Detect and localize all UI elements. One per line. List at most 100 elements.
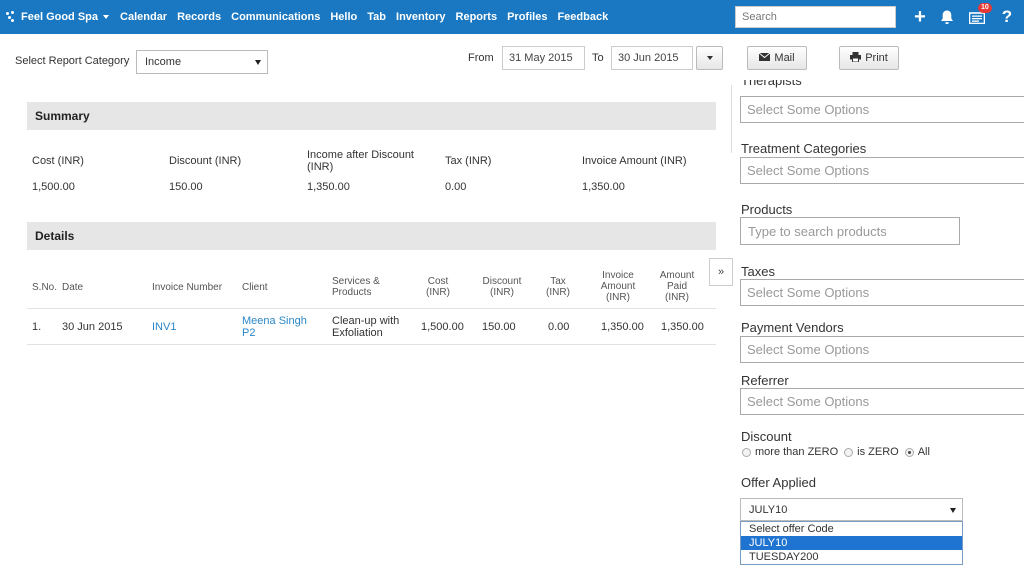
summary-header-income-after-discount: Income after Discount (INR) <box>307 149 414 173</box>
row-amount-paid: 1,350.00 <box>661 321 704 333</box>
tasks-icon[interactable]: 10 <box>966 0 992 34</box>
dropdown-arrow-icon <box>255 60 261 65</box>
bell-icon[interactable] <box>937 0 957 34</box>
print-button-label: Print <box>865 52 888 64</box>
brand-menu[interactable]: Feel Good Spa <box>0 11 110 23</box>
report-category-select[interactable]: Income <box>136 50 268 74</box>
products-label: Products <box>741 202 793 217</box>
table-header-divider <box>27 308 716 309</box>
from-label: From <box>468 52 494 64</box>
summary-value-income-after-discount: 1,350.00 <box>307 181 350 193</box>
row-invoice-amount: 1,350.00 <box>601 321 644 333</box>
collapse-panel-button[interactable]: » <box>709 258 733 286</box>
row-services: Clean-up with Exfoliation <box>332 315 400 339</box>
search-input[interactable] <box>735 6 896 28</box>
offer-option-july10[interactable]: JULY10 <box>741 536 962 550</box>
row-discount: 150.00 <box>482 321 516 333</box>
discount-label: Discount <box>741 429 792 444</box>
radio-button-selected[interactable] <box>904 447 914 457</box>
details-header-client: Client <box>242 282 268 293</box>
nav-item-reports[interactable]: Reports <box>451 11 503 23</box>
referrer-label: Referrer <box>741 373 789 388</box>
offer-option-tuesday200[interactable]: TUESDAY200 <box>741 550 962 564</box>
details-header-services-products: Services & Products <box>332 276 380 298</box>
nav-item-hello[interactable]: Hello <box>325 11 362 23</box>
envelope-icon <box>759 52 771 64</box>
offer-code-select[interactable]: JULY10 <box>740 498 963 521</box>
offer-code-dropdown-list: Select offer Code JULY10 TUESDAY200 <box>740 521 963 565</box>
summary-value-invoice-amount: 1,350.00 <box>582 181 625 193</box>
nav-item-feedback[interactable]: Feedback <box>552 11 613 23</box>
taxes-label: Taxes <box>741 264 775 279</box>
printer-icon <box>850 51 862 65</box>
report-category-label: Select Report Category <box>15 55 130 67</box>
mail-button-label: Mail <box>774 52 795 64</box>
summary-header-invoice-amount: Invoice Amount (INR) <box>582 155 687 167</box>
payment-vendors-label: Payment Vendors <box>741 320 844 335</box>
summary-section-header: Summary <box>27 102 716 130</box>
payment-vendors-multiselect[interactable]: Select Some Options <box>740 336 1024 363</box>
details-header-invoice-number: Invoice Number <box>152 282 223 293</box>
summary-value-cost: 1,500.00 <box>32 181 75 193</box>
from-date-field[interactable]: 31 May 2015 <box>502 46 585 70</box>
notification-count-badge: 10 <box>978 3 992 13</box>
treatment-categories-label: Treatment Categories <box>741 141 867 156</box>
discount-option-label: All <box>917 446 930 458</box>
nav-item-records[interactable]: Records <box>172 11 226 23</box>
details-header-discount: Discount (INR) <box>482 276 522 298</box>
dropdown-arrow-icon <box>950 507 956 513</box>
nav-item-communications[interactable]: Communications <box>226 11 325 23</box>
brand-name: Feel Good Spa <box>21 11 99 23</box>
details-header-amount-paid: Amount Paid (INR) <box>659 270 695 303</box>
discount-option-label: more than ZERO <box>755 446 839 458</box>
nav-item-tab[interactable]: Tab <box>362 11 391 23</box>
summary-header-tax: Tax (INR) <box>445 155 492 167</box>
details-header-cost: Cost (INR) <box>426 276 450 298</box>
therapists-multiselect[interactable]: Select Some Options <box>740 96 1024 123</box>
nav-item-profiles[interactable]: Profiles <box>502 11 552 23</box>
referrer-multiselect[interactable]: Select Some Options <box>740 388 1024 415</box>
brand-logo-icon <box>6 11 16 23</box>
discount-radio-group: more than ZERO is ZERO All <box>742 446 936 458</box>
table-row-divider <box>27 344 716 345</box>
offer-applied-label: Offer Applied <box>741 475 816 490</box>
summary-header-discount: Discount (INR) <box>169 155 242 167</box>
radio-button[interactable] <box>742 447 751 457</box>
row-cost: 1,500.00 <box>421 321 464 333</box>
row-invoice-link[interactable]: INV1 <box>152 321 176 333</box>
nav-item-calendar[interactable]: Calendar <box>115 11 172 23</box>
row-client-link[interactable]: Meena Singh P2 <box>242 315 314 339</box>
date-range-dropdown-button[interactable] <box>696 46 723 70</box>
details-header-invoice-amount: Invoice Amount (INR) <box>600 270 636 303</box>
therapists-label: Therapists <box>741 80 802 88</box>
therapists-label-clip: Therapists <box>741 80 941 89</box>
panel-divider <box>731 85 732 153</box>
details-header-sno: S.No. <box>32 282 58 293</box>
mail-button[interactable]: Mail <box>747 46 807 70</box>
details-header-date: Date <box>62 282 84 293</box>
nav-item-inventory[interactable]: Inventory <box>391 11 451 23</box>
radio-button[interactable] <box>844 447 854 457</box>
to-label: To <box>592 52 604 64</box>
discount-radio-is-zero[interactable]: is ZERO <box>844 446 899 458</box>
top-nav-bar: Feel Good Spa Calendar Records Communica… <box>0 0 1024 34</box>
help-icon[interactable]: ? <box>998 0 1016 34</box>
discount-option-label: is ZERO <box>857 446 899 458</box>
taxes-multiselect[interactable]: Select Some Options <box>740 279 1024 306</box>
summary-value-discount: 150.00 <box>169 181 203 193</box>
print-button[interactable]: Print <box>839 46 899 70</box>
summary-header-cost: Cost (INR) <box>32 155 84 167</box>
discount-radio-more-than-zero[interactable]: more than ZERO <box>742 446 838 458</box>
treatment-categories-multiselect[interactable]: Select Some Options <box>740 157 1024 184</box>
offer-option-placeholder[interactable]: Select offer Code <box>741 522 962 536</box>
details-header-tax: Tax (INR) <box>546 276 570 298</box>
report-category-value: Income <box>145 56 182 68</box>
row-date: 30 Jun 2015 <box>62 321 123 333</box>
summary-value-tax: 0.00 <box>445 181 467 193</box>
plus-icon[interactable]: + <box>910 0 930 34</box>
discount-radio-all[interactable]: All <box>904 446 930 458</box>
chevron-down-icon <box>103 15 110 19</box>
row-tax: 0.00 <box>548 321 570 333</box>
to-date-field[interactable]: 30 Jun 2015 <box>611 46 693 70</box>
products-search-input[interactable] <box>740 217 960 245</box>
